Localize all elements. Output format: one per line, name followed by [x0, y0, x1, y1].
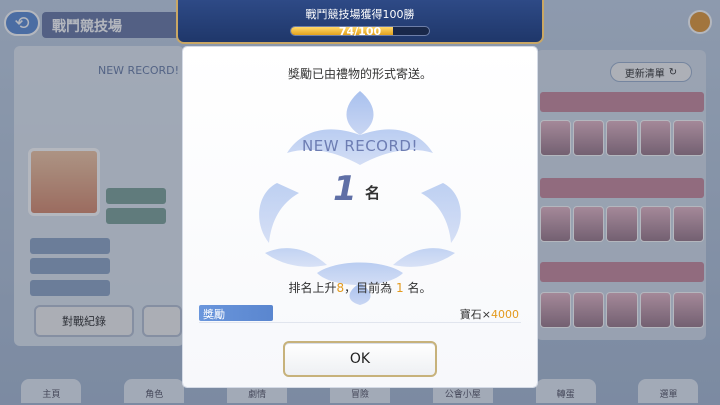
reward-value: 寶石×4000	[460, 306, 519, 322]
new-record-title: NEW RECORD!	[302, 137, 418, 155]
rank-change-line: 排名上升8，目前為 1 名。	[183, 279, 537, 296]
rank-number: 1	[333, 169, 357, 209]
mission-progress-text: 74/100	[338, 25, 382, 38]
mission-title: 戰鬥競技場獲得100勝	[305, 8, 415, 21]
reward-dialog: 獎勵已由禮物的形式寄送。 NEW RECORD! 1 名 排名上升8，目前為 1…	[183, 47, 537, 387]
rank-line-suffix: 名。	[407, 281, 432, 295]
reward-row: 獎勵 寶石×4000	[199, 305, 521, 323]
reward-item: 寶石×	[459, 308, 491, 321]
ok-button[interactable]: OK	[283, 341, 437, 377]
reward-quantity: 4000	[491, 308, 519, 321]
gift-message: 獎勵已由禮物的形式寄送。	[287, 67, 432, 81]
reward-label: 獎勵	[199, 305, 273, 321]
mission-banner: 戰鬥競技場獲得100勝 74/100	[176, 0, 544, 44]
rank-line-prefix: 排名上升	[288, 281, 337, 295]
rank-up-value: 8	[336, 281, 345, 295]
rank-suffix: 名	[365, 184, 381, 202]
rank-crest-emblem	[259, 91, 461, 305]
rank-line-middle: ，目前為	[344, 281, 393, 295]
current-rank-value: 1	[396, 281, 404, 295]
